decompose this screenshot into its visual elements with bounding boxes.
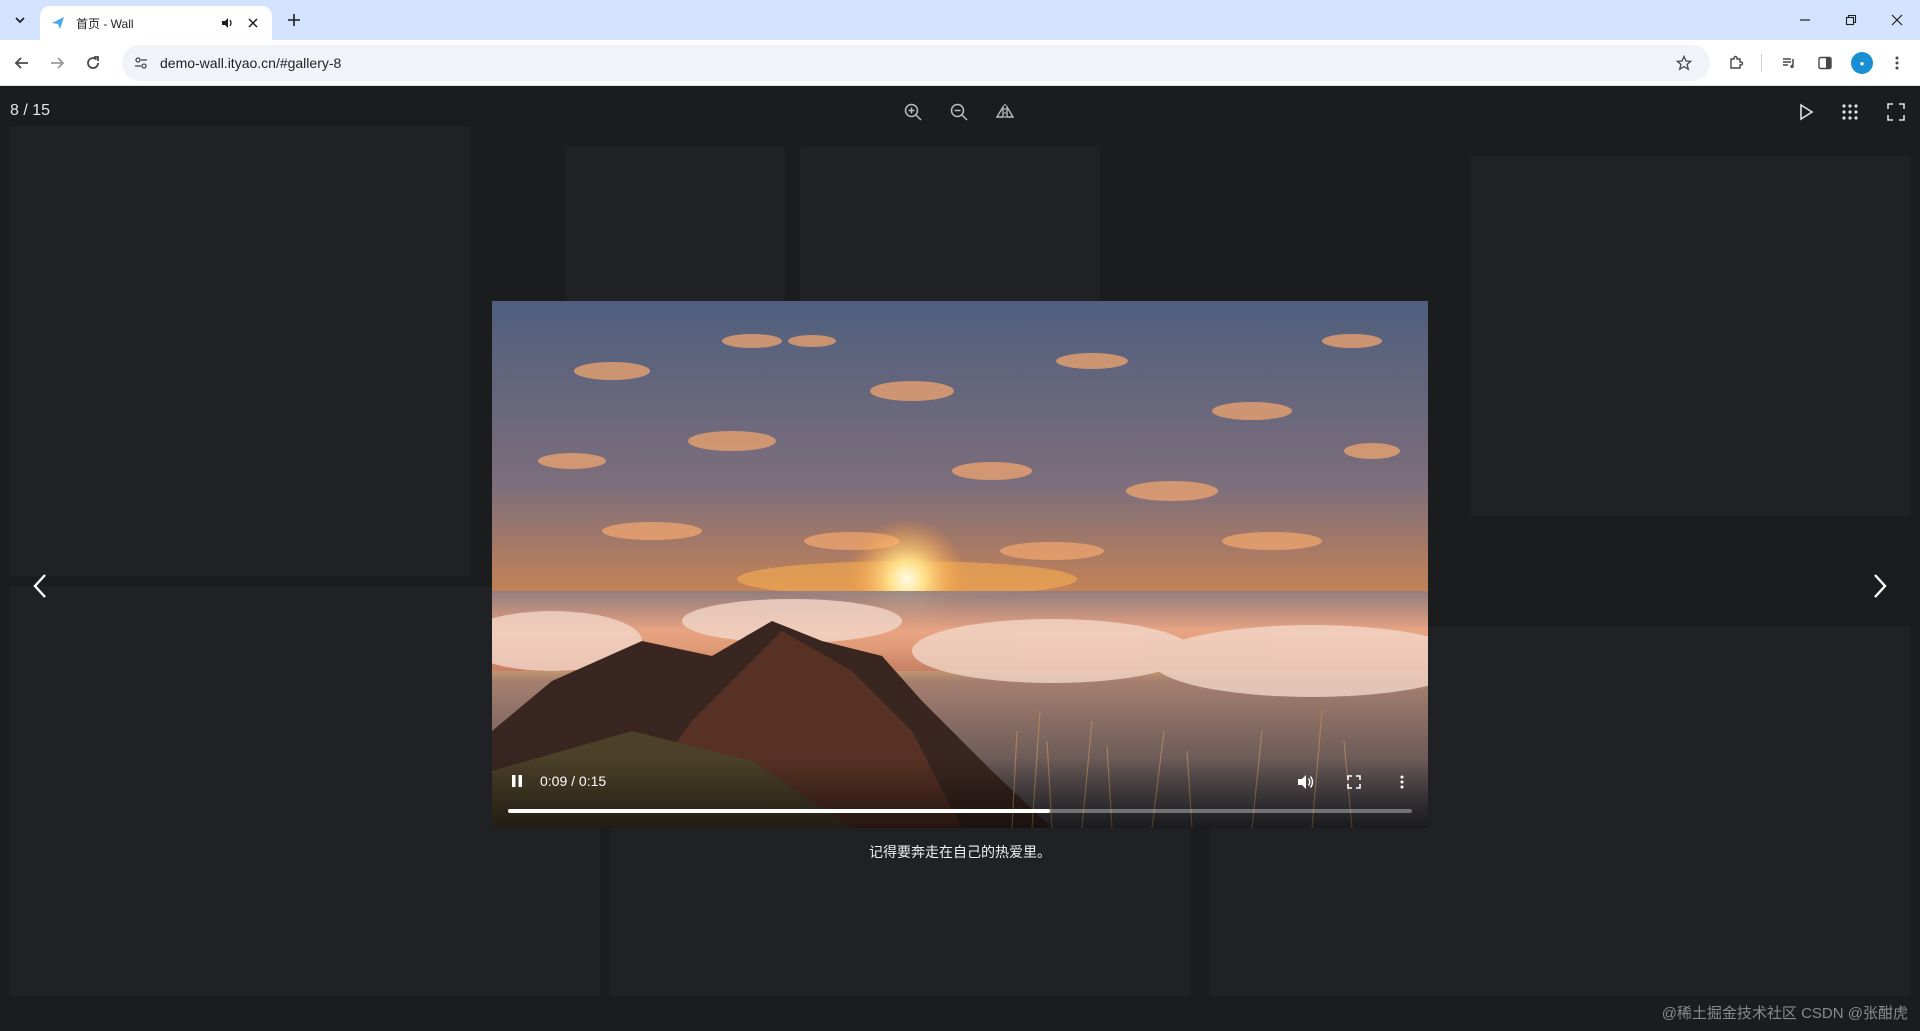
chevron-down-icon[interactable] <box>9 9 31 31</box>
grid-icon[interactable] <box>1834 98 1866 126</box>
paper-plane-icon <box>50 15 66 31</box>
browser-toolbar: demo-wall.ityao.cn/#gallery-8 ● <box>0 40 1920 86</box>
star-icon[interactable] <box>1670 49 1698 77</box>
video-frame <box>492 301 1428 828</box>
close-window-icon[interactable] <box>1874 0 1920 40</box>
chevron-right-icon[interactable] <box>1860 566 1900 606</box>
video-fullscreen-icon[interactable] <box>1342 770 1366 794</box>
puzzle-icon[interactable] <box>1722 49 1750 77</box>
url-text: demo-wall.ityao.cn/#gallery-8 <box>160 55 342 71</box>
window-controls <box>1782 0 1920 40</box>
tune-icon[interactable] <box>127 49 155 77</box>
arrow-right-icon[interactable] <box>43 49 71 77</box>
kebab-icon[interactable] <box>1883 49 1911 77</box>
video-progress-bar[interactable] <box>508 809 1412 813</box>
restore-icon[interactable] <box>1828 0 1874 40</box>
tab-title: 首页 - Wall <box>76 16 134 31</box>
plus-icon[interactable] <box>282 8 306 32</box>
minimize-icon[interactable] <box>1782 0 1828 40</box>
profile-icon: ● <box>1851 52 1873 74</box>
media-queue-icon[interactable] <box>1775 49 1803 77</box>
tab-strip: 首页 - Wall <box>0 0 1920 40</box>
toolbar-divider <box>1761 54 1762 72</box>
video-more-icon[interactable] <box>1390 770 1414 794</box>
video-progress-fill <box>508 809 1051 813</box>
close-icon[interactable] <box>244 14 262 32</box>
chevron-left-icon[interactable] <box>20 566 60 606</box>
side-panel-icon[interactable] <box>1811 49 1839 77</box>
address-bar[interactable]: demo-wall.ityao.cn/#gallery-8 <box>122 45 1710 81</box>
video-controls: 0:09 / 0:15 <box>492 758 1428 828</box>
volume-icon[interactable] <box>1294 770 1318 794</box>
fullscreen-icon[interactable] <box>1880 98 1912 126</box>
speaker-icon[interactable] <box>218 14 236 32</box>
play-icon[interactable] <box>1790 98 1822 126</box>
active-tab[interactable]: 首页 - Wall <box>40 6 272 40</box>
video-player[interactable]: 0:09 / 0:15 <box>492 301 1428 828</box>
image-caption: 记得要奔走在自己的热爱里。 <box>869 844 1051 860</box>
reload-icon[interactable] <box>79 49 107 77</box>
pause-icon[interactable] <box>506 770 528 792</box>
flip-horizontal-icon[interactable] <box>989 98 1021 126</box>
viewer-tools <box>897 98 1021 126</box>
arrow-left-icon[interactable] <box>8 49 36 77</box>
gallery-viewer: 8 / 15 0:09 / 0:15 记得要奔走在自己的热爱里。 @稀土掘金技术… <box>0 86 1920 1031</box>
watermark: @稀土掘金技术社区 CSDN @张酣虎 <box>1661 1005 1908 1022</box>
zoom-out-icon[interactable] <box>943 98 975 126</box>
zoom-in-icon[interactable] <box>897 98 929 126</box>
image-counter: 8 / 15 <box>10 102 51 119</box>
avatar[interactable]: ● <box>1848 49 1876 77</box>
video-time: 0:09 / 0:15 <box>540 773 607 789</box>
